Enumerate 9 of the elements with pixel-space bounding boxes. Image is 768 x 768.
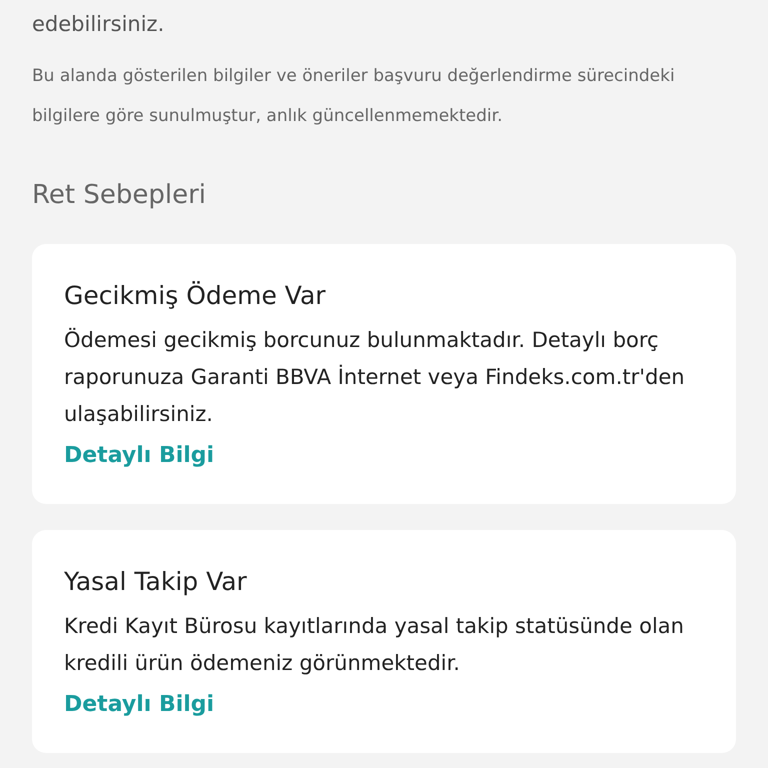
reason-title: Gecikmiş Ödeme Var <box>64 280 327 312</box>
details-link[interactable]: Detaylı Bilgi <box>64 692 214 717</box>
intro-text: edebilirsiniz. <box>32 11 166 38</box>
reason-description: Kredi Kayıt Bürosu kayıtlarında yasal takip statüsünde olan kredili ürün ödemeniz görünmektedir. <box>64 613 685 677</box>
section-heading: Ret Sebepleri <box>32 180 207 210</box>
reason-description: Ödemesi gecikmiş borcunuz bulunmaktadır. Detaylı borç raporunuza Garanti BBVA İnternet veya Findeks.com.tr'den ulaşabilirsiniz. <box>64 326 686 428</box>
details-link[interactable]: Detaylı Bilgi <box>64 443 214 468</box>
notice-text: Bu alanda gösterilen bilgiler ve öneriler başvuru değerlendirme sürecindeki bilgilere göre sunulmuştur, anlık güncellenmemektedir. <box>32 65 676 128</box>
reason-title: Yasal Takip Var <box>64 566 248 598</box>
